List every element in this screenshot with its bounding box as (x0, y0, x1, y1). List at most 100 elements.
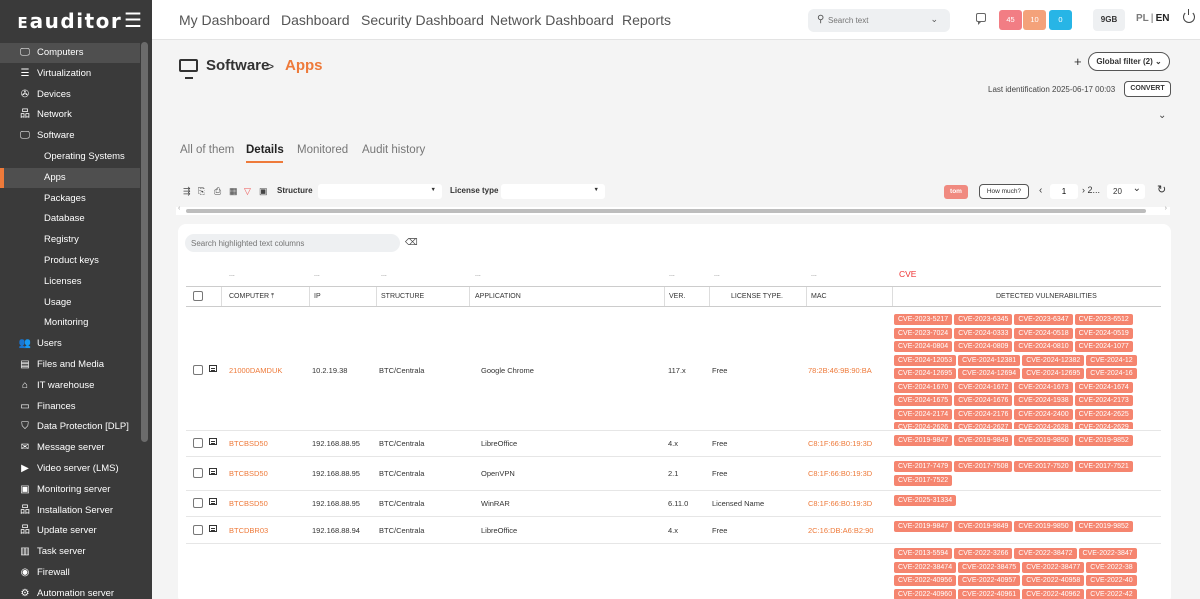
row-details-icon[interactable] (209, 438, 217, 445)
cve-tag[interactable]: CVE-2025-31334 (894, 495, 957, 506)
cve-tag[interactable]: CVE-2024-2625 (1074, 408, 1133, 420)
filter-license[interactable]: ... (714, 271, 720, 278)
cve-tag[interactable]: CVE-2017-7520 (1014, 461, 1073, 472)
search-input[interactable] (828, 13, 920, 27)
filter-cve[interactable]: CVE (899, 269, 916, 279)
license-type-select[interactable] (501, 184, 605, 199)
sidebar-item-usage[interactable]: Usage (0, 293, 140, 313)
row-checkbox[interactable] (193, 524, 203, 535)
filter-ip[interactable]: ... (314, 271, 320, 278)
cve-tag[interactable]: CVE-2024-2173 (1074, 395, 1133, 406)
sidebar-item-operating-systems[interactable]: Operating Systems (0, 147, 140, 167)
th-mac[interactable]: MAC (811, 293, 827, 300)
scroll-right-icon[interactable]: › (1165, 205, 1167, 212)
cve-tag[interactable]: CVE-2022-40 (1086, 575, 1137, 586)
sidebar-item-files-and-media[interactable]: ▤ Files and Media (0, 355, 140, 375)
nav-dashboard[interactable]: Dashboard (281, 12, 350, 28)
how-much-button[interactable]: How much? (979, 184, 1029, 199)
th-license-type[interactable]: LICENSE TYPE. (731, 293, 783, 300)
power-icon[interactable] (1183, 9, 1195, 23)
filter-computer[interactable]: ... (229, 271, 235, 278)
select-all-checkbox[interactable] (193, 291, 203, 301)
sidebar-item-devices[interactable]: ✇ Devices (0, 85, 140, 105)
sidebar-item-monitoring[interactable]: Monitoring (0, 313, 140, 333)
clear-search-icon[interactable]: ⌫ (405, 237, 418, 248)
cve-tag[interactable]: CVE-2022-40962 (1022, 588, 1085, 599)
sidebar-item-firewall[interactable]: ◉ Firewall (0, 563, 140, 583)
cell-computer[interactable]: BTCBSD50 (229, 499, 268, 508)
collapse-chevron-icon[interactable]: ⌄ (1158, 110, 1166, 121)
sidebar-item-network[interactable]: 品 Network (0, 105, 140, 125)
cve-tag[interactable]: CVE-2024-1673 (1014, 381, 1073, 393)
columns-icon[interactable]: ⇶ (183, 186, 191, 197)
row-details-icon[interactable] (209, 468, 217, 475)
cell-computer[interactable]: BTCBSD50 (229, 469, 268, 478)
cve-tag[interactable]: CVE-2017-7522 (894, 474, 953, 486)
cve-tag[interactable]: CVE-2013-5594 (894, 548, 953, 559)
cve-tag[interactable]: CVE-2019-9852 (1074, 521, 1133, 532)
cve-tag[interactable]: CVE-2022-38472 (1014, 548, 1077, 559)
cve-tag[interactable]: CVE-2024-12382 (1022, 354, 1085, 366)
th-detected-vulnerabilities[interactable]: DETECTED VULNERABILITIES (996, 293, 1097, 300)
cve-tag[interactable]: CVE-2022-38474 (894, 561, 957, 573)
sidebar-item-finances[interactable]: ▭ Finances (0, 397, 140, 417)
cve-tag[interactable]: CVE-2019-9852 (1074, 435, 1133, 446)
th-ip[interactable]: IP (314, 293, 321, 300)
tab-all-of-them[interactable]: All of them (180, 144, 234, 156)
cve-tag[interactable]: CVE-2022-40960 (894, 588, 957, 599)
cell-mac[interactable]: C8:1F:66:B0:19:3D (808, 499, 872, 508)
tab-audit-history[interactable]: Audit history (362, 144, 425, 156)
chevron-down-icon[interactable]: ⌄ (930, 14, 938, 25)
sidebar-item-product-keys[interactable]: Product keys (0, 251, 140, 271)
alert-badge-red[interactable]: 45 (999, 10, 1022, 30)
th-structure[interactable]: STRUCTURE (381, 293, 424, 300)
cve-tag[interactable]: CVE-2024-0804 (894, 341, 953, 352)
alert-badge-orange[interactable]: 10 (1023, 10, 1046, 30)
alert-badge-blue[interactable]: 0 (1049, 10, 1072, 30)
sidebar-item-update-server[interactable]: 品 Update server (0, 521, 140, 541)
nav-my-dashboard[interactable]: My Dashboard (179, 12, 270, 28)
cve-tag[interactable]: CVE-2024-1670 (894, 381, 953, 393)
filter-mac[interactable]: ... (811, 271, 817, 278)
page-size-select[interactable]: 20 (1107, 181, 1145, 199)
scrollbar-thumb[interactable] (186, 209, 1146, 213)
row-details-icon[interactable] (209, 524, 217, 532)
cve-tag[interactable]: CVE-2023-6347 (1014, 314, 1073, 325)
nav-security-dashboard[interactable]: Security Dashboard (361, 12, 484, 28)
cve-tag[interactable]: CVE-2024-12695 (1022, 368, 1085, 379)
th-application[interactable]: APPLICATION (475, 293, 521, 300)
cve-tag[interactable]: CVE-2019-9850 (1014, 521, 1073, 532)
cve-tag[interactable]: CVE-2019-9847 (894, 435, 953, 446)
cve-tag[interactable]: CVE-2022-40956 (894, 575, 957, 586)
cve-tag[interactable]: CVE-2024-2400 (1014, 408, 1073, 420)
cve-tag[interactable]: CVE-2024-1674 (1074, 381, 1133, 393)
cell-mac[interactable]: C8:1F:66:B0:19:3D (808, 469, 872, 478)
horizontal-scrollbar[interactable]: ‹ › (176, 205, 1170, 215)
cve-tag[interactable]: CVE-2024-12053 (894, 354, 957, 366)
cve-tag[interactable]: CVE-2022-40958 (1022, 575, 1085, 586)
export-icon[interactable]: ⎘ (198, 186, 205, 197)
sidebar-item-software[interactable]: 🖵 Software (0, 126, 140, 146)
grid-icon[interactable]: ▦ (229, 186, 238, 197)
cve-tag[interactable]: CVE-2022-38 (1086, 561, 1137, 573)
sidebar-item-registry[interactable]: Registry (0, 230, 140, 250)
lang-en[interactable]: EN (1156, 13, 1170, 24)
sidebar-item-apps[interactable]: Apps (0, 167, 140, 188)
sidebar-item-computers[interactable]: 🖵 Computers (0, 43, 140, 63)
nav-network-dashboard[interactable]: Network Dashboard (490, 12, 614, 28)
filter-structure[interactable]: ... (381, 271, 387, 278)
row-checkbox[interactable] (193, 468, 203, 478)
prev-page-button[interactable]: ‹ (1039, 185, 1042, 196)
cve-tag[interactable]: CVE-2024-0810 (1014, 341, 1073, 352)
table-search-input[interactable] (185, 234, 400, 252)
cell-mac[interactable]: 2C:16:DB:A6:B2:90 (808, 526, 873, 535)
row-checkbox[interactable] (193, 364, 203, 375)
cve-tag[interactable]: CVE-2023-5217 (894, 314, 953, 325)
cve-tag[interactable]: CVE-2017-7479 (894, 461, 953, 472)
nav-reports[interactable]: Reports (622, 12, 671, 28)
cve-tag[interactable]: CVE-2022-3266 (954, 548, 1013, 559)
add-button[interactable]: + (1074, 54, 1082, 69)
next-page-button[interactable]: › 2... (1082, 185, 1100, 195)
cve-tag[interactable]: CVE-2024-0333 (954, 327, 1013, 339)
cve-tag[interactable]: CVE-2024-0809 (954, 341, 1013, 352)
